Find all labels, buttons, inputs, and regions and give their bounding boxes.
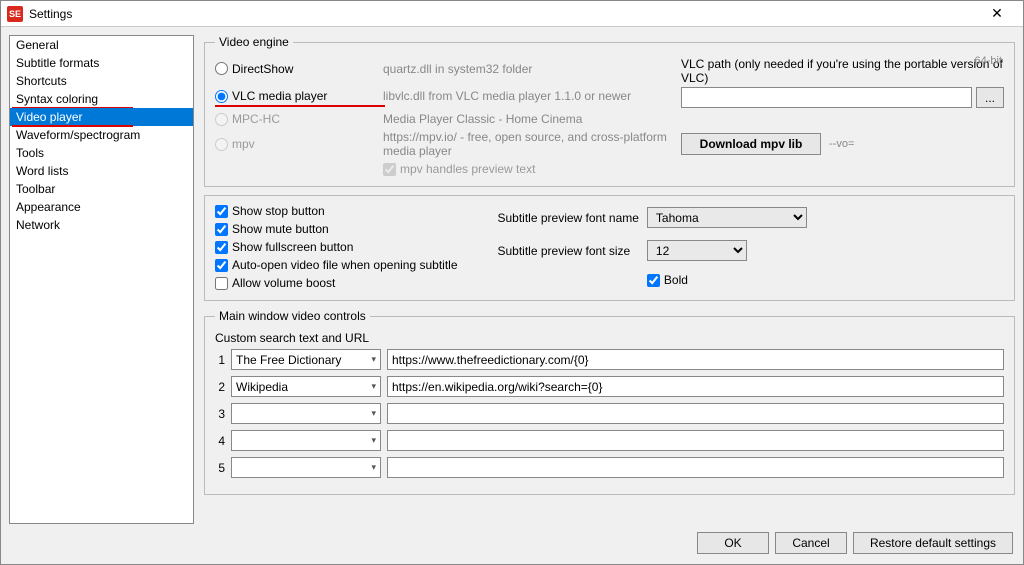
desc-vlc: libvlc.dll from VLC media player 1.1.0 o…: [383, 89, 673, 103]
video-engine-group: Video engine 64-bit DirectShow quartz.dl…: [204, 35, 1015, 187]
download-mpv-button[interactable]: Download mpv lib: [681, 133, 821, 155]
search-row-number: 3: [215, 407, 225, 421]
search-name-combo[interactable]: The Free Dictionary▾: [231, 349, 381, 370]
title-bar: SE Settings ✕: [1, 1, 1023, 27]
sidebar-item-toolbar[interactable]: Toolbar: [10, 180, 193, 198]
sidebar-item-subtitle-formats[interactable]: Subtitle formats: [10, 54, 193, 72]
check-allow-volume-boost[interactable]: Allow volume boost: [215, 276, 458, 290]
sidebar-item-shortcuts[interactable]: Shortcuts: [10, 72, 193, 90]
check-show-mute-button[interactable]: Show mute button: [215, 222, 458, 236]
search-row-4: 4▾: [215, 430, 1004, 451]
search-url-input[interactable]: [387, 349, 1004, 370]
sidebar-item-syntax-coloring[interactable]: Syntax coloring: [10, 90, 193, 108]
chevron-down-icon: ▾: [371, 462, 376, 473]
chevron-down-icon: ▾: [371, 408, 376, 419]
search-row-1: 1 The Free Dictionary▾: [215, 349, 1004, 370]
sidebar-item-appearance[interactable]: Appearance: [10, 198, 193, 216]
search-row-number: 4: [215, 434, 225, 448]
desc-directshow: quartz.dll in system32 folder: [383, 62, 673, 76]
window-title: Settings: [29, 7, 977, 21]
font-grid: Subtitle preview font name Tahoma Subtit…: [498, 204, 807, 290]
search-name-combo[interactable]: ▾: [231, 430, 381, 451]
settings-window: SE Settings ✕ GeneralSubtitle formatsSho…: [0, 0, 1024, 565]
search-row-number: 5: [215, 461, 225, 475]
browse-button[interactable]: ...: [976, 87, 1004, 108]
ok-button[interactable]: OK: [697, 532, 769, 554]
check-mpv-preview: mpv handles preview text: [383, 162, 673, 176]
check-show-fullscreen-button[interactable]: Show fullscreen button: [215, 240, 458, 254]
content-area: GeneralSubtitle formatsShortcutsSyntax c…: [1, 27, 1023, 526]
category-sidebar[interactable]: GeneralSubtitle formatsShortcutsSyntax c…: [9, 35, 194, 524]
font-size-select[interactable]: 12: [647, 240, 747, 261]
bold-checkbox[interactable]: Bold: [647, 273, 807, 287]
search-row-5: 5▾: [215, 457, 1004, 478]
search-row-2: 2 Wikipedia▾: [215, 376, 1004, 397]
font-size-label: Subtitle preview font size: [498, 244, 639, 258]
search-url-input[interactable]: [387, 430, 1004, 451]
search-row-3: 3▾: [215, 403, 1004, 424]
chevron-down-icon: ▾: [371, 354, 376, 365]
vlc-path-label: VLC path (only needed if you're using th…: [681, 57, 1004, 85]
app-icon: SE: [7, 6, 23, 22]
display-checks: Show stop button Show mute button Show ful…: [215, 204, 458, 290]
search-rows: 1The Free Dictionary▾2Wikipedia▾3▾4▾5▾: [215, 349, 1004, 478]
main-panel: Video engine 64-bit DirectShow quartz.dl…: [204, 35, 1015, 524]
search-url-input[interactable]: [387, 403, 1004, 424]
main-window-controls-group: Main window video controls Custom search…: [204, 309, 1015, 495]
search-name-combo[interactable]: ▾: [231, 457, 381, 478]
search-url-input[interactable]: [387, 376, 1004, 397]
sidebar-item-word-lists[interactable]: Word lists: [10, 162, 193, 180]
radio-mpchc: MPC-HC: [215, 112, 375, 126]
video-engine-legend: Video engine: [215, 35, 293, 49]
sidebar-item-waveform-spectrogram[interactable]: Waveform/spectrogram: [10, 126, 193, 144]
search-row-number: 1: [215, 353, 225, 367]
check-auto-open-video-file-when-opening-subtitle[interactable]: Auto-open video file when opening subtit…: [215, 258, 458, 272]
sidebar-item-general[interactable]: General: [10, 36, 193, 54]
search-url-input[interactable]: [387, 457, 1004, 478]
cancel-button[interactable]: Cancel: [775, 532, 847, 554]
radio-mpv: mpv: [215, 137, 375, 151]
window-body: GeneralSubtitle formatsShortcutsSyntax c…: [1, 27, 1023, 564]
close-button[interactable]: ✕: [977, 2, 1017, 26]
vo-label: --vo=: [829, 138, 854, 150]
restore-defaults-button[interactable]: Restore default settings: [853, 532, 1013, 554]
chevron-down-icon: ▾: [371, 435, 376, 446]
middle-options-group: Show stop button Show mute button Show ful…: [204, 195, 1015, 301]
radio-directshow[interactable]: DirectShow: [215, 62, 375, 76]
main-window-controls-legend: Main window video controls: [215, 309, 370, 323]
search-row-number: 2: [215, 380, 225, 394]
desc-mpchc: Media Player Classic - Home Cinema: [383, 112, 673, 126]
font-name-select[interactable]: Tahoma: [647, 207, 807, 228]
sidebar-item-network[interactable]: Network: [10, 216, 193, 234]
vlc-path-input[interactable]: [681, 87, 972, 108]
check-show-stop-button[interactable]: Show stop button: [215, 204, 458, 218]
desc-mpv: https://mpv.io/ - free, open source, and…: [383, 130, 673, 158]
search-name-combo[interactable]: ▾: [231, 403, 381, 424]
sidebar-item-tools[interactable]: Tools: [10, 144, 193, 162]
vlc-path-group: VLC path (only needed if you're using th…: [681, 57, 1004, 108]
font-name-label: Subtitle preview font name: [498, 211, 639, 225]
chevron-down-icon: ▾: [371, 381, 376, 392]
bit-label: 64-bit: [974, 55, 1002, 67]
sidebar-item-video-player[interactable]: Video player: [10, 108, 193, 126]
dialog-buttons: OK Cancel Restore default settings: [1, 526, 1023, 564]
engine-grid: DirectShow quartz.dll in system32 folder…: [215, 57, 1004, 176]
custom-search-label: Custom search text and URL: [215, 331, 1004, 345]
search-name-combo[interactable]: Wikipedia▾: [231, 376, 381, 397]
radio-vlc[interactable]: VLC media player: [215, 89, 375, 103]
